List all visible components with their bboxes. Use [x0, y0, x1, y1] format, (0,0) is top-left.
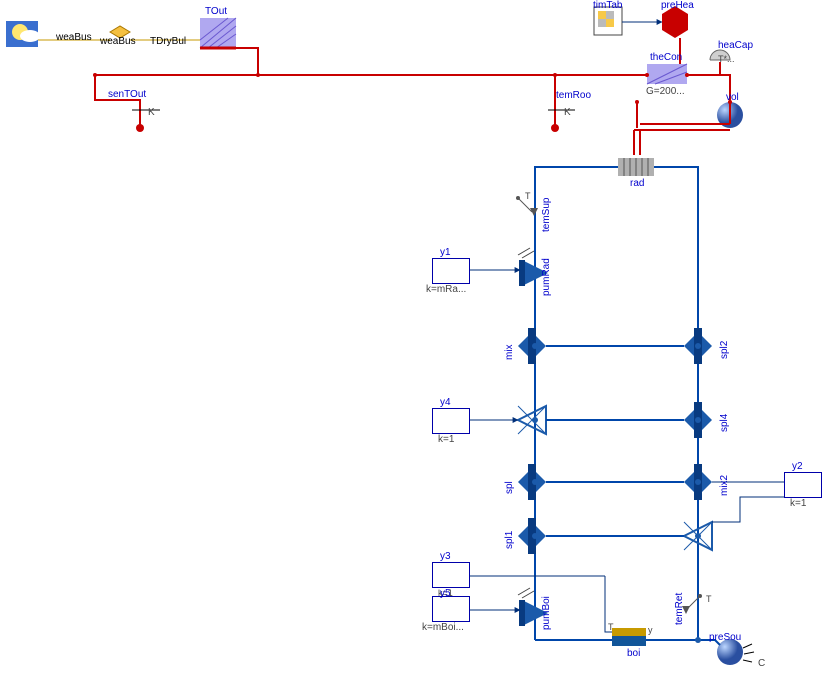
sentout-k: K	[148, 107, 155, 118]
y5-k: k=mBoi...	[422, 622, 464, 633]
temroo-label: temRoo	[556, 90, 591, 101]
y4-k: k=1	[438, 434, 454, 445]
tdrybul-label: TDryBul	[150, 36, 186, 47]
y5-name: y5	[440, 588, 451, 599]
y5-block[interactable]	[432, 596, 470, 622]
weaDat-label: w...	[18, 7, 33, 18]
thecon-g: G=200...	[646, 86, 685, 97]
vol-label: vol	[726, 92, 739, 103]
y4-name: y4	[440, 397, 451, 408]
timtab-label: timTab	[593, 0, 622, 11]
temroo-k: K	[564, 107, 571, 118]
heacap-t: T*...	[718, 54, 735, 64]
temsup-label: temSup	[541, 198, 552, 232]
sentout-label: senTOut	[108, 89, 146, 100]
mix2-label: mix2	[719, 475, 730, 496]
tout-label: TOut	[205, 6, 227, 17]
y3-name: y3	[440, 551, 451, 562]
y3-block[interactable]	[432, 562, 470, 588]
y2-name: y2	[792, 461, 803, 472]
thecon-label: theCon	[650, 52, 682, 63]
temret-t: T	[706, 594, 712, 604]
mix-label: mix	[504, 344, 515, 360]
boi-label: boi	[627, 648, 640, 659]
y2-k: k=1	[790, 498, 806, 509]
diagram-lines	[0, 0, 833, 686]
presou-label: preSou	[709, 632, 741, 643]
spl2-label: spl2	[719, 341, 730, 359]
heacap-label: heaCap	[718, 40, 753, 51]
y1-k: k=mRa...	[426, 284, 466, 295]
y4-block[interactable]	[432, 408, 470, 434]
temsup-t: T	[525, 191, 531, 201]
pumrad-label: pumRad	[541, 258, 552, 296]
boi-y: y	[648, 625, 653, 635]
pumboi-label: pumBoi	[541, 596, 552, 630]
temret-label: temRet	[674, 593, 685, 625]
prehea-label: preHea	[661, 0, 694, 11]
spl4-label: spl4	[719, 414, 730, 432]
boi-t: T	[608, 622, 614, 632]
presou-c: C	[758, 658, 765, 669]
weaBus-label: weaBus	[100, 36, 136, 47]
y1-block[interactable]	[432, 258, 470, 284]
rad-label: rad	[630, 178, 644, 189]
spl1-label: spl1	[504, 531, 515, 549]
spl-label: spl	[504, 481, 515, 494]
weaBus-conn-label: weaBus	[56, 32, 92, 43]
y2-block[interactable]	[784, 472, 822, 498]
y1-name: y1	[440, 247, 451, 258]
